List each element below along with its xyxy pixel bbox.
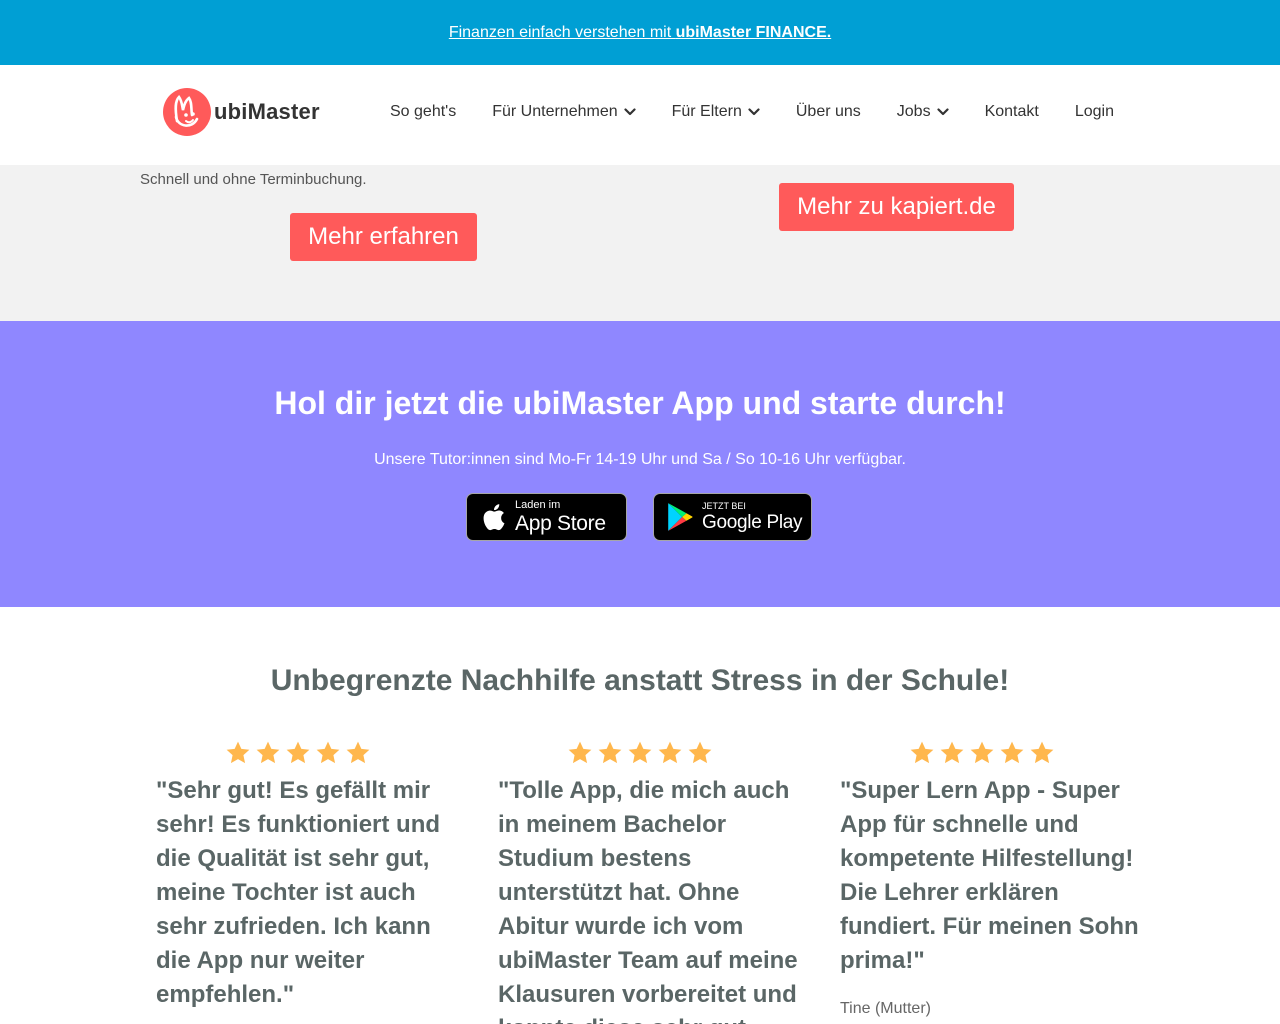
review-card: "Sehr gut! Es gefällt mir sehr! Es funkt… — [156, 740, 456, 1012]
finance-banner-strong: ubiMaster FINANCE. — [675, 23, 832, 41]
star-icon — [940, 741, 964, 764]
top-banner: Finanzen einfach verstehen mit ubiMaster… — [0, 0, 1280, 65]
chevron-down-icon — [624, 108, 636, 116]
star-icon — [286, 741, 310, 764]
nav-item-fuer-unternehmen[interactable]: Für Unternehmen — [492, 103, 636, 121]
mehr-erfahren-button[interactable]: Mehr erfahren — [290, 213, 477, 261]
star-icon — [910, 741, 934, 764]
review-author: Tine (Mutter) — [840, 1000, 931, 1017]
app-section-subtitle: Unsere Tutor:innen sind Mo-Fr 14-19 Uhr … — [374, 451, 906, 468]
finance-banner-text: Finanzen einfach verstehen mit — [448, 23, 676, 41]
logo[interactable]: ubiMaster — [162, 87, 320, 137]
app-store-text: Laden im App Store — [515, 499, 606, 535]
app-section-title: Hol dir jetzt die ubiMaster App und star… — [274, 385, 1006, 421]
star-icon — [598, 741, 622, 764]
review-quote: "Tolle App, die mich auch in meinem Bach… — [498, 777, 798, 1024]
reviews-title: Unbegrenzte Nachhilfe anstatt Stress in … — [270, 664, 1010, 697]
star-icon — [688, 741, 712, 764]
nav-item-jobs[interactable]: Jobs — [897, 103, 949, 121]
star-icon — [316, 741, 340, 764]
app-store-big: App Store — [515, 512, 606, 535]
star-icon — [568, 741, 592, 764]
nav-item-label: Für Unternehmen — [492, 103, 618, 120]
nav-item-login[interactable]: Login — [1075, 103, 1114, 121]
star-icon — [628, 741, 652, 764]
star-icon — [256, 741, 280, 764]
nav-item-fuer-eltern[interactable]: Für Eltern — [672, 103, 760, 121]
promo-section: Schnell und ohne Terminbuchung. Mehr erf… — [0, 165, 1280, 321]
nav-item-label: Über uns — [795, 103, 861, 120]
nav-item-label: Kontakt — [984, 103, 1039, 120]
apple-icon — [483, 504, 505, 531]
ubimaster-logo-icon — [163, 88, 211, 136]
nav-item-kontakt[interactable]: Kontakt — [985, 103, 1039, 121]
finance-banner-link[interactable]: Finanzen einfach verstehen mit ubiMaster… — [449, 24, 831, 42]
star-icon — [346, 741, 370, 764]
mehr-zu-kapiert-button[interactable]: Mehr zu kapiert.de — [779, 183, 1014, 231]
review-quote: "Super Lern App - Super App für schnelle… — [840, 777, 1139, 974]
promo-text: Schnell und ohne Terminbuchung. — [140, 171, 367, 188]
nav-menu: So geht's Für Unternehmen Für Eltern Übe… — [372, 103, 1132, 121]
review-card: "Super Lern App - Super App für schnelle… — [840, 740, 1140, 1018]
review-card: "Tolle App, die mich auch in meinem Bach… — [498, 740, 798, 1024]
chevron-down-icon — [936, 108, 949, 116]
main-navigation: ubiMaster So geht's Für Unternehmen Für … — [0, 65, 1280, 165]
star-icon — [658, 741, 682, 764]
nav-item-ueber-uns[interactable]: Über uns — [796, 103, 861, 121]
app-store-badge[interactable]: Laden im App Store — [466, 493, 627, 541]
star-rating — [840, 740, 1124, 766]
google-play-small: JETZT BEI — [702, 501, 746, 511]
google-play-big: Google Play — [702, 512, 803, 533]
google-play-icon — [668, 503, 693, 531]
star-icon — [1030, 741, 1054, 764]
app-store-small: Laden im — [515, 499, 561, 511]
logo-text: ubiMaster — [214, 99, 320, 124]
star-icon — [226, 741, 250, 764]
review-quote: "Sehr gut! Es gefällt mir sehr! Es funkt… — [156, 777, 441, 1008]
google-play-text: JETZT BEI Google Play — [702, 501, 803, 533]
nav-item-so-gehts[interactable]: So geht's — [390, 103, 456, 121]
nav-item-label: Login — [1074, 103, 1114, 120]
chevron-down-icon — [748, 108, 760, 116]
nav-item-label: Jobs — [896, 103, 931, 120]
star-icon — [970, 741, 994, 764]
google-play-badge[interactable]: JETZT BEI Google Play — [653, 493, 812, 541]
nav-item-label: So geht's — [390, 103, 457, 120]
star-icon — [1000, 741, 1024, 764]
star-rating — [498, 740, 782, 766]
app-download-section: Hol dir jetzt die ubiMaster App und star… — [0, 321, 1280, 607]
star-rating — [156, 740, 440, 766]
nav-item-label: Für Eltern — [671, 103, 742, 120]
